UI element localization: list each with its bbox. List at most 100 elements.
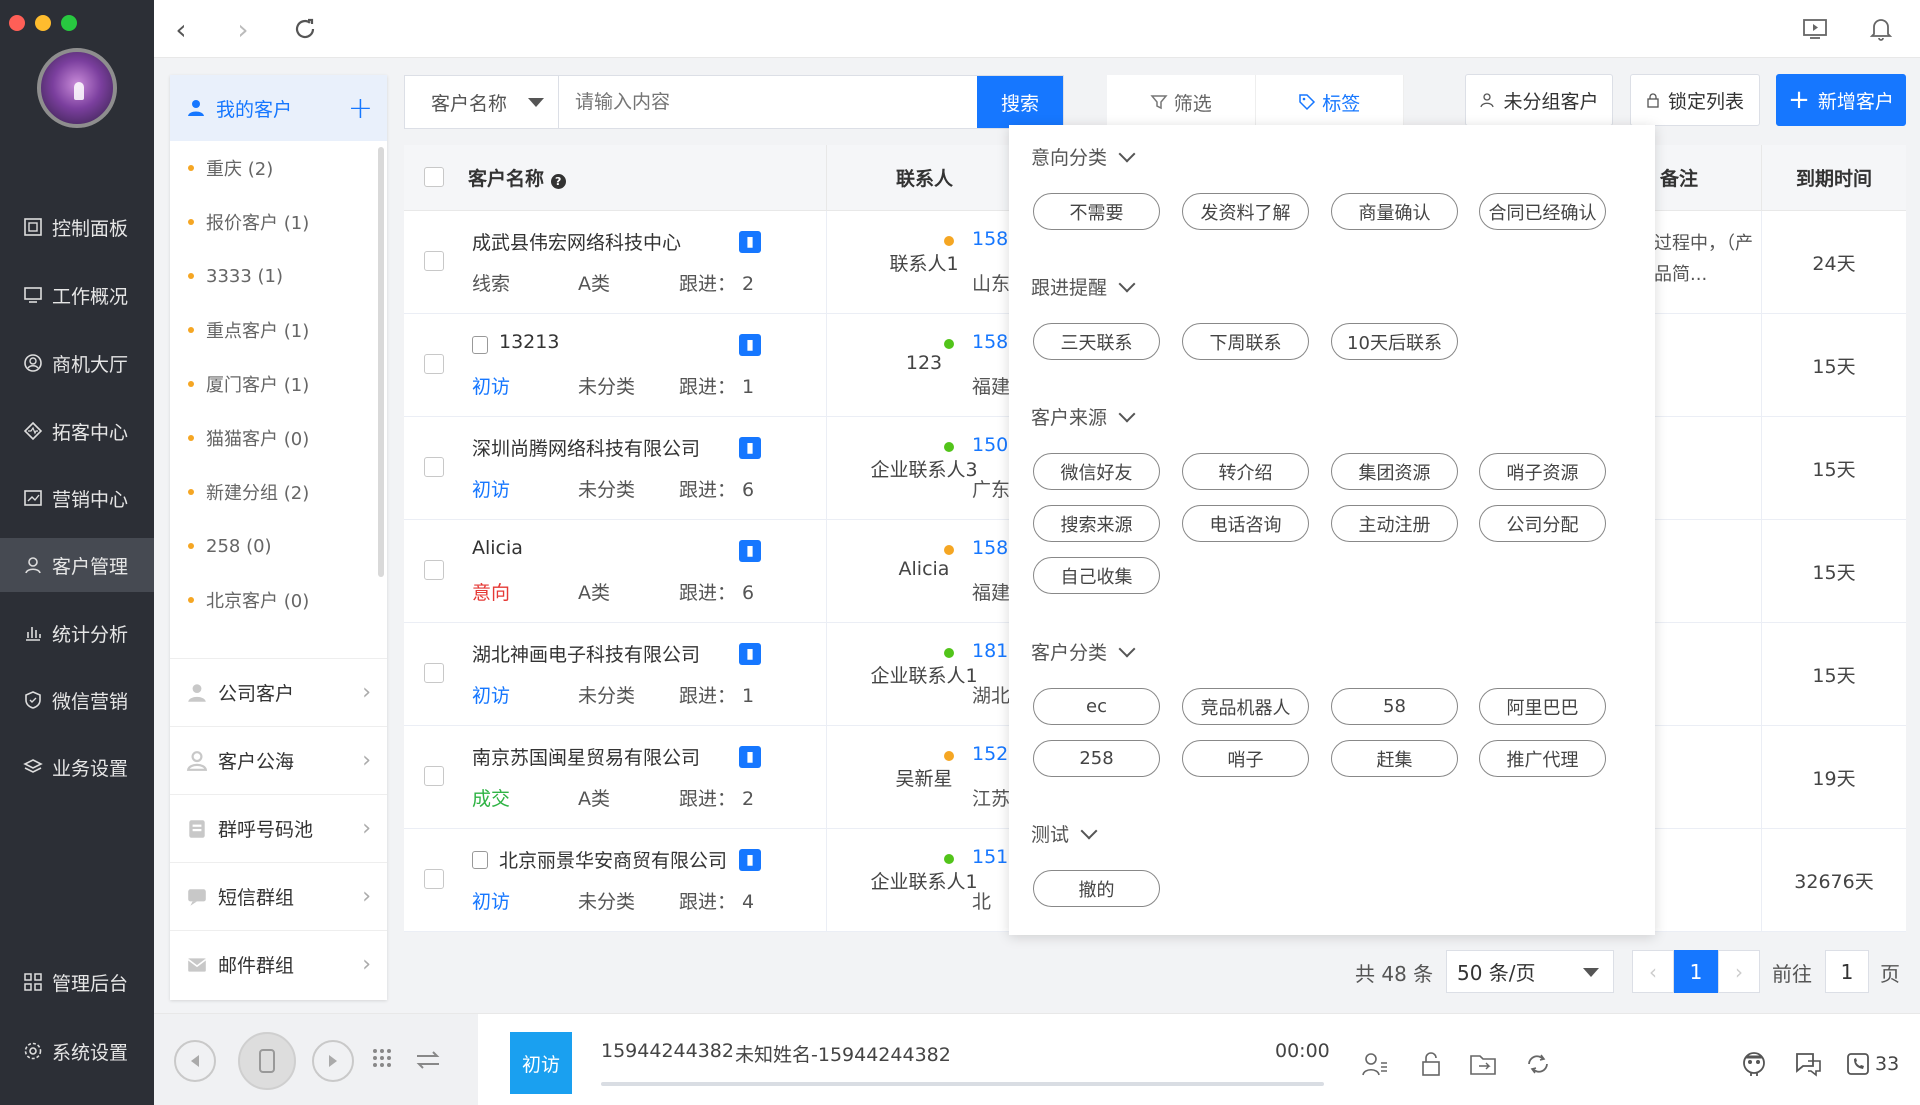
nav-item-customers[interactable]: 客户管理 xyxy=(0,538,154,592)
add-group-button[interactable]: + xyxy=(348,91,373,126)
notifications-button[interactable] xyxy=(1864,12,1898,46)
search-input[interactable] xyxy=(559,76,977,128)
tag-pill[interactable]: 电话咨询 xyxy=(1182,505,1309,542)
tag-pill[interactable]: 哨子资源 xyxy=(1479,453,1606,490)
search-field-select[interactable]: 客户名称 xyxy=(405,76,559,128)
tag-pill[interactable]: 赶集 xyxy=(1331,740,1458,777)
add-customer-button[interactable]: + 新增客户 xyxy=(1776,74,1906,126)
nav-item-opportunities[interactable]: 商机大厅 xyxy=(0,336,154,390)
sms-button[interactable] xyxy=(1794,1050,1822,1078)
section-call-pool[interactable]: 群呼号码池 › xyxy=(170,794,387,862)
transfer-button[interactable] xyxy=(414,1048,442,1076)
section-email-group[interactable]: 邮件群组 › xyxy=(170,930,387,998)
group-list-scrollbar[interactable] xyxy=(378,147,384,577)
customer-name[interactable]: 成武县伟宏网络科技中心 xyxy=(472,228,681,255)
tag-pill[interactable]: ec xyxy=(1033,688,1160,725)
nav-item-analytics[interactable]: 统计分析 xyxy=(0,606,154,660)
my-customers-header[interactable]: 我的客户 + xyxy=(170,75,387,141)
next-page-button[interactable]: › xyxy=(1718,950,1760,993)
contact-card-icon[interactable]: ▮ xyxy=(739,643,761,665)
contact-card-icon[interactable]: ▮ xyxy=(739,437,761,459)
group-item[interactable]: 3333 (1) xyxy=(170,249,387,303)
search-button[interactable]: 搜索 xyxy=(977,76,1063,128)
robot-button[interactable] xyxy=(1740,1050,1768,1078)
back-button[interactable]: ‹ xyxy=(164,12,198,46)
prev-call-button[interactable] xyxy=(174,1040,216,1082)
group-item[interactable]: 报价客户 (1) xyxy=(170,195,387,249)
contact-card-button[interactable] xyxy=(1361,1050,1389,1078)
refresh-button[interactable] xyxy=(288,12,322,46)
minimize-window-button[interactable] xyxy=(35,15,51,31)
tag-pill[interactable]: 公司分配 xyxy=(1479,505,1606,542)
phone-button[interactable] xyxy=(238,1032,296,1090)
tab-tags[interactable]: 标签 xyxy=(1254,75,1404,129)
forward-button[interactable]: › xyxy=(226,12,260,46)
tag-group-title[interactable]: 客户来源 xyxy=(1031,403,1136,430)
tag-pill[interactable]: 集团资源 xyxy=(1331,453,1458,490)
tag-pill[interactable]: 合同已经确认 xyxy=(1479,193,1606,230)
tag-pill[interactable]: 主动注册 xyxy=(1331,505,1458,542)
tag-group-title[interactable]: 跟进提醒 xyxy=(1031,273,1136,300)
group-item[interactable]: 猫猫客户 (0) xyxy=(170,411,387,465)
tag-pill[interactable]: 推广代理 xyxy=(1479,740,1606,777)
maximize-window-button[interactable] xyxy=(61,15,77,31)
tag-group-title[interactable]: 意向分类 xyxy=(1031,143,1136,170)
group-item[interactable]: 重庆 (2) xyxy=(170,141,387,195)
contact-card-icon[interactable]: ▮ xyxy=(739,334,761,356)
tag-pill[interactable]: 258 xyxy=(1033,740,1160,777)
user-avatar[interactable] xyxy=(37,48,117,128)
tag-pill[interactable]: 阿里巴巴 xyxy=(1479,688,1606,725)
nav-item-wechat[interactable]: 微信营销 xyxy=(0,673,154,727)
tag-pill[interactable]: 三天联系 xyxy=(1033,323,1160,360)
tag-pill[interactable]: 撤的 xyxy=(1033,870,1160,907)
unlock-button[interactable] xyxy=(1417,1050,1445,1078)
customer-name[interactable]: Alicia xyxy=(472,537,523,559)
tag-pill[interactable]: 下周联系 xyxy=(1182,323,1309,360)
row-checkbox[interactable] xyxy=(424,457,444,477)
help-icon[interactable]: ? xyxy=(550,174,566,189)
group-item[interactable]: 北京客户 (0) xyxy=(170,573,387,627)
nav-item-dashboard[interactable]: 控制面板 xyxy=(0,200,154,254)
nav-item-system-settings[interactable]: 系统设置 xyxy=(0,1024,154,1078)
contact-card-icon[interactable]: ▮ xyxy=(739,849,761,871)
tag-group-title[interactable]: 客户分类 xyxy=(1031,638,1136,665)
contact-card-icon[interactable]: ▮ xyxy=(739,231,761,253)
customer-name[interactable]: 湖北神画电子科技有限公司 xyxy=(472,640,700,667)
call-count-button[interactable]: 33 xyxy=(1845,1050,1915,1078)
tab-filter[interactable]: 筛选 xyxy=(1107,75,1255,129)
group-item[interactable]: 新建分组 (2) xyxy=(170,465,387,519)
tag-pill[interactable]: 自己收集 xyxy=(1033,557,1160,594)
row-checkbox[interactable] xyxy=(424,663,444,683)
lock-list-button[interactable]: 锁定列表 xyxy=(1630,74,1760,126)
row-checkbox[interactable] xyxy=(424,766,444,786)
customer-name[interactable]: 深圳尚腾网络科技有限公司 xyxy=(472,434,700,461)
select-all-checkbox[interactable] xyxy=(424,167,444,187)
tag-pill[interactable]: 不需要 xyxy=(1033,193,1160,230)
tag-pill[interactable]: 搜索来源 xyxy=(1033,505,1160,542)
tag-pill[interactable]: 微信好友 xyxy=(1033,453,1160,490)
keypad-button[interactable] xyxy=(372,1048,392,1076)
section-sms-group[interactable]: 短信群组 › xyxy=(170,862,387,930)
nav-item-admin[interactable]: 管理后台 xyxy=(0,955,154,1009)
customer-name[interactable]: 13213 xyxy=(499,331,559,353)
group-item[interactable]: 258 (0) xyxy=(170,519,387,573)
customer-name[interactable]: 南京苏国闽星贸易有限公司 xyxy=(472,743,700,770)
page-size-select[interactable]: 50 条/页 xyxy=(1446,950,1614,993)
tag-pill[interactable]: 发资料了解 xyxy=(1182,193,1309,230)
contact-card-icon[interactable]: ▮ xyxy=(739,540,761,562)
move-to-folder-button[interactable] xyxy=(1469,1050,1497,1078)
video-button[interactable] xyxy=(1798,12,1832,46)
row-checkbox[interactable] xyxy=(424,560,444,580)
row-checkbox[interactable] xyxy=(424,354,444,374)
tag-pill[interactable]: 竞品机器人 xyxy=(1182,688,1309,725)
goto-page-input[interactable]: 1 xyxy=(1825,950,1869,993)
row-checkbox[interactable] xyxy=(424,251,444,271)
next-call-button[interactable] xyxy=(312,1040,354,1082)
nav-item-overview[interactable]: 工作概况 xyxy=(0,268,154,322)
tag-group-title[interactable]: 测试 xyxy=(1031,820,1098,847)
tag-pill[interactable]: 商量确认 xyxy=(1331,193,1458,230)
redial-button[interactable] xyxy=(1524,1050,1552,1078)
tag-pill[interactable]: 转介绍 xyxy=(1182,453,1309,490)
nav-item-prospecting[interactable]: 拓客中心 xyxy=(0,404,154,458)
row-checkbox[interactable] xyxy=(424,869,444,889)
